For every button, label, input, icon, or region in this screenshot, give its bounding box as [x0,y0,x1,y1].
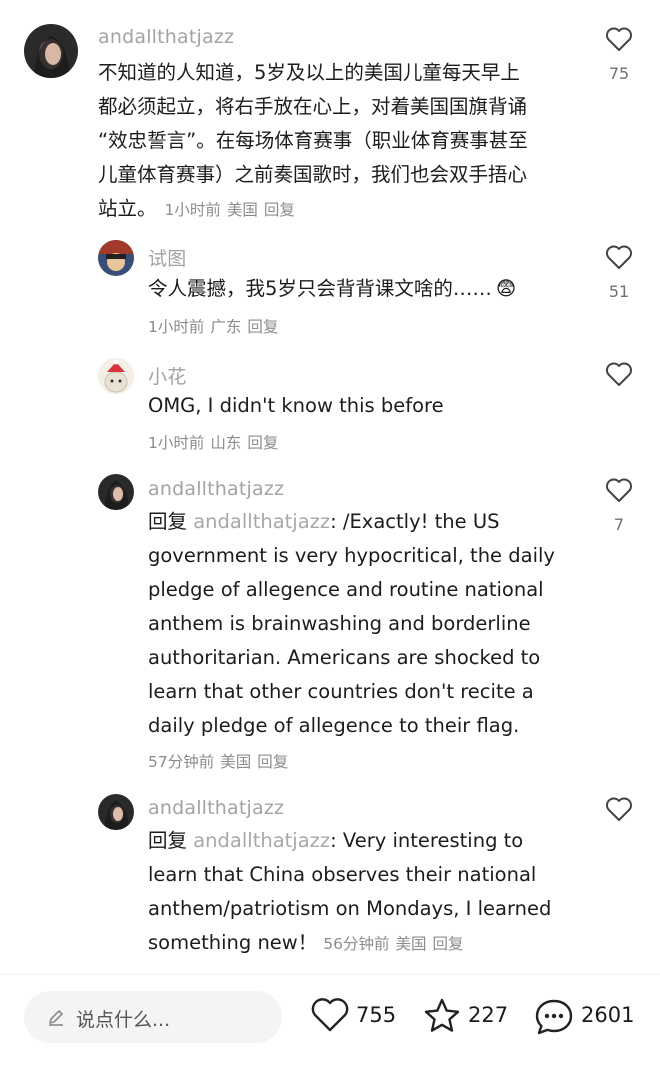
comment-meta: 1小时前 广东 回复 [148,315,284,337]
favorite-count: 227 [468,1003,509,1027]
comment-location: 美国 [220,753,252,771]
like-button[interactable]: 51 [604,244,634,301]
like-count: 51 [608,282,630,301]
comment-bubble-icon [535,999,573,1035]
reply-target-username[interactable]: andallthatjazz [193,510,330,533]
comment-text: 回复 andallthatjazz: /Exactly! the US gove… [148,505,588,743]
heart-icon [606,27,632,51]
comment-time: 56分钟前 [323,935,390,953]
comment-time: 1小时前 [148,434,205,452]
comment-input-placeholder: 说点什么... [76,1009,171,1031]
comment-meta: 56分钟前 美国 回复 [323,935,469,953]
avatar[interactable] [98,794,134,830]
text-line: pledge of allegence and routine national [148,578,544,601]
comment-username[interactable]: 小花 [148,362,186,389]
comment-meta: 1小时前 美国 回复 [165,201,301,219]
like-count: 7 [613,515,625,534]
like-button[interactable] [604,796,634,834]
like-button[interactable]: 7 [604,477,634,534]
comment-username[interactable]: andallthatjazz [148,797,284,819]
heart-icon [311,998,349,1032]
reply-target-username[interactable]: andallthatjazz [193,829,330,852]
comment-text: 令人震撼，我5岁只会背背课文啥的…… 😨 [148,272,578,306]
comment-location: 美国 [395,935,427,953]
bottom-action-bar: 说点什么... 755 227 2601 [0,974,660,1065]
text-line: learn that other countries don't recite … [148,680,534,703]
text-line: anthem is brainwashing and borderline [148,612,531,635]
text-line: 令人震撼，我5岁只会背背课文啥的…… [148,277,492,300]
text-line-end: 站立。 [98,197,157,220]
text-line: 回复 andallthatjazz: /Exactly! the US [148,505,588,539]
comment-location: 美国 [226,201,258,219]
fearful-emoji-icon: 😨 [495,277,517,300]
avatar[interactable] [98,358,134,394]
text-line: authoritarian. Americans are shocked to [148,646,541,669]
reply-prefix: 回复 [148,829,188,852]
comment-username[interactable]: andallthatjazz [148,478,284,500]
reply-button[interactable]: 回复 [264,201,295,219]
like-count: 75 [608,64,630,83]
like-post-button[interactable]: 755 [310,997,400,1037]
comment-count: 2601 [581,1003,635,1027]
comment-time: 1小时前 [164,201,221,219]
comments-button[interactable]: 2601 [533,997,643,1037]
comment-time: 1小时前 [148,318,205,336]
heart-icon [606,245,632,269]
reply-button[interactable]: 回复 [247,434,278,452]
comment-location: 广东 [210,318,242,336]
like-post-count: 755 [356,1003,397,1027]
avatar[interactable] [98,240,134,276]
reply-button[interactable]: 回复 [433,935,464,953]
like-button[interactable]: 75 [604,26,634,83]
text-line: 都必须起立，将右手放在心上，对着美国国旗背诵 [98,95,528,118]
comment-location: 山东 [210,434,242,452]
text-line: learn that China observes their national [148,863,537,886]
comment-username[interactable]: 试图 [148,244,186,271]
favorite-button[interactable]: 227 [422,997,514,1037]
reply-button[interactable]: 回复 [257,753,288,771]
comment-username[interactable]: andallthatjazz [98,26,234,48]
like-button[interactable] [604,361,634,399]
heart-icon [606,797,632,821]
comment-meta: 57分钟前 美国 回复 [148,750,294,772]
comment-text: 不知道的人知道，5岁及以上的美国儿童每天早上 都必须起立，将右手放在心上，对着美… [98,56,578,227]
reply-prefix: 回复 [148,510,188,533]
heart-icon [606,478,632,502]
avatar[interactable] [98,474,134,510]
text-line: anthem/patriotism on Mondays, I learned [148,897,552,920]
reply-button[interactable]: 回复 [247,318,278,336]
text-line: 儿童体育赛事）之前奏国歌时，我们也会双手捂心 [98,163,528,186]
text-line: 站立。 1小时前 美国 回复 [98,192,578,227]
comment-input[interactable]: 说点什么... [24,991,282,1043]
text-line: 不知道的人知道，5岁及以上的美国儿童每天早上 [98,61,520,84]
star-icon [424,998,460,1032]
comment-meta: 1小时前 山东 回复 [148,431,284,453]
comment-text: OMG, I didn't know this before [148,394,444,417]
text-line: something new！ 56分钟前 美国 回复 [148,926,588,961]
text-line: government is very hypocritical, the dai… [148,544,555,567]
avatar[interactable] [24,24,78,78]
comment-text: 回复 andallthatjazz: Very interesting to l… [148,824,588,961]
text-line: 回复 andallthatjazz: Very interesting to [148,824,588,858]
text-line-start: : Very interesting to [330,829,524,852]
heart-icon [606,362,632,386]
text-line-end: something new！ [148,931,318,954]
text-line-start: : /Exactly! the US [330,510,500,533]
text-line: daily pledge of allegence to their flag. [148,714,520,737]
comment-time: 57分钟前 [148,753,215,771]
text-line: “效忠誓言”。在每场体育赛事（职业体育赛事甚至 [98,129,528,152]
pen-icon [49,1010,63,1026]
